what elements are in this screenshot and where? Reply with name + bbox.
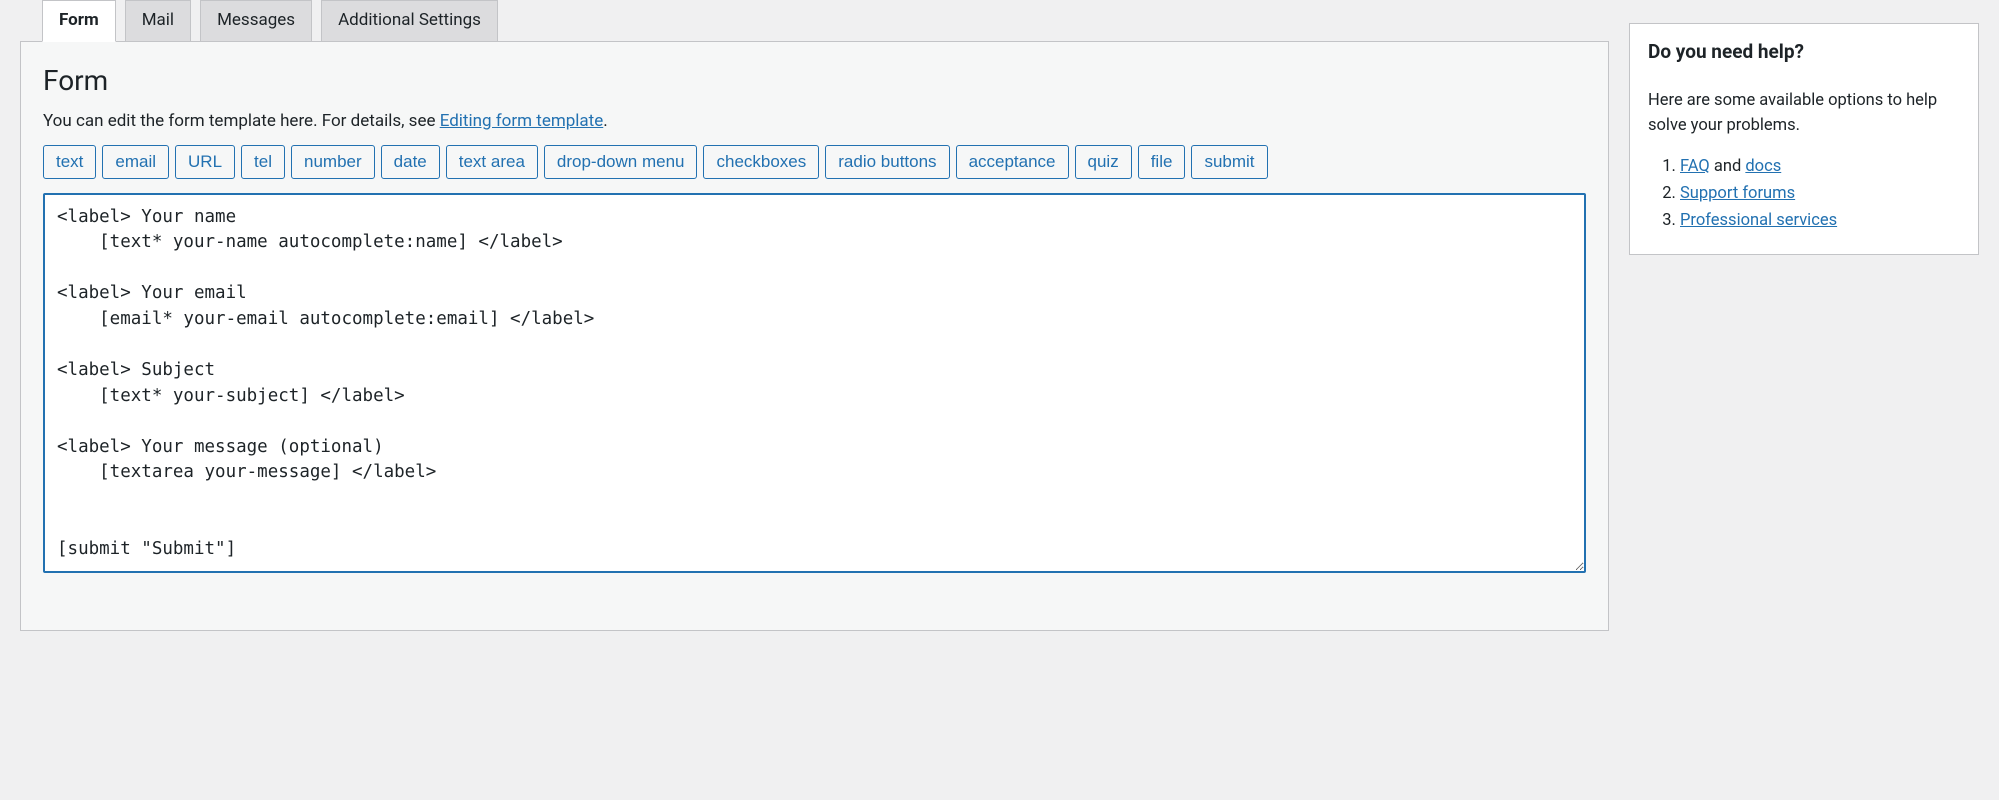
help-item-support: Support forums [1680,184,1960,203]
help-item-mid: and [1710,157,1746,176]
tag-dropdown-button[interactable]: drop-down menu [544,145,698,179]
section-title: Form [43,64,1586,97]
form-panel: Form You can edit the form template here… [20,41,1609,631]
section-intro: You can edit the form template here. For… [43,111,1586,131]
tag-file-button[interactable]: file [1138,145,1186,179]
tab-additional-settings[interactable]: Additional Settings [321,0,498,42]
support-forums-link[interactable]: Support forums [1680,184,1795,203]
tag-tel-button[interactable]: tel [241,145,285,179]
tab-messages[interactable]: Messages [200,0,312,42]
help-item-faq-docs: FAQ and docs [1680,157,1960,176]
form-template-editor[interactable] [43,193,1586,573]
help-box: Do you need help? Here are some availabl… [1629,23,1979,255]
tag-date-button[interactable]: date [381,145,440,179]
faq-link[interactable]: FAQ [1680,157,1710,176]
intro-suffix: . [603,111,607,131]
help-item-pro: Professional services [1680,211,1960,230]
tag-textarea-button[interactable]: text area [446,145,538,179]
tag-generator-row: text email URL tel number date text area… [43,145,1586,179]
tab-form[interactable]: Form [42,0,116,42]
tag-email-button[interactable]: email [102,145,169,179]
tag-text-button[interactable]: text [43,145,96,179]
tag-url-button[interactable]: URL [175,145,235,179]
help-intro: Here are some available options to help … [1648,89,1960,139]
tag-number-button[interactable]: number [291,145,375,179]
tab-mail[interactable]: Mail [125,0,191,42]
tag-checkboxes-button[interactable]: checkboxes [703,145,819,179]
editing-template-link[interactable]: Editing form template [440,111,604,131]
intro-text: You can edit the form template here. For… [43,111,440,131]
docs-link[interactable]: docs [1745,157,1781,176]
tag-quiz-button[interactable]: quiz [1075,145,1132,179]
editor-tabs: Form Mail Messages Additional Settings [20,0,1609,42]
tag-acceptance-button[interactable]: acceptance [956,145,1069,179]
tag-radio-button[interactable]: radio buttons [825,145,949,179]
help-list: FAQ and docs Support forums Professional… [1648,157,1960,230]
help-title: Do you need help? [1648,40,1960,63]
tag-submit-button[interactable]: submit [1191,145,1267,179]
professional-services-link[interactable]: Professional services [1680,211,1837,230]
